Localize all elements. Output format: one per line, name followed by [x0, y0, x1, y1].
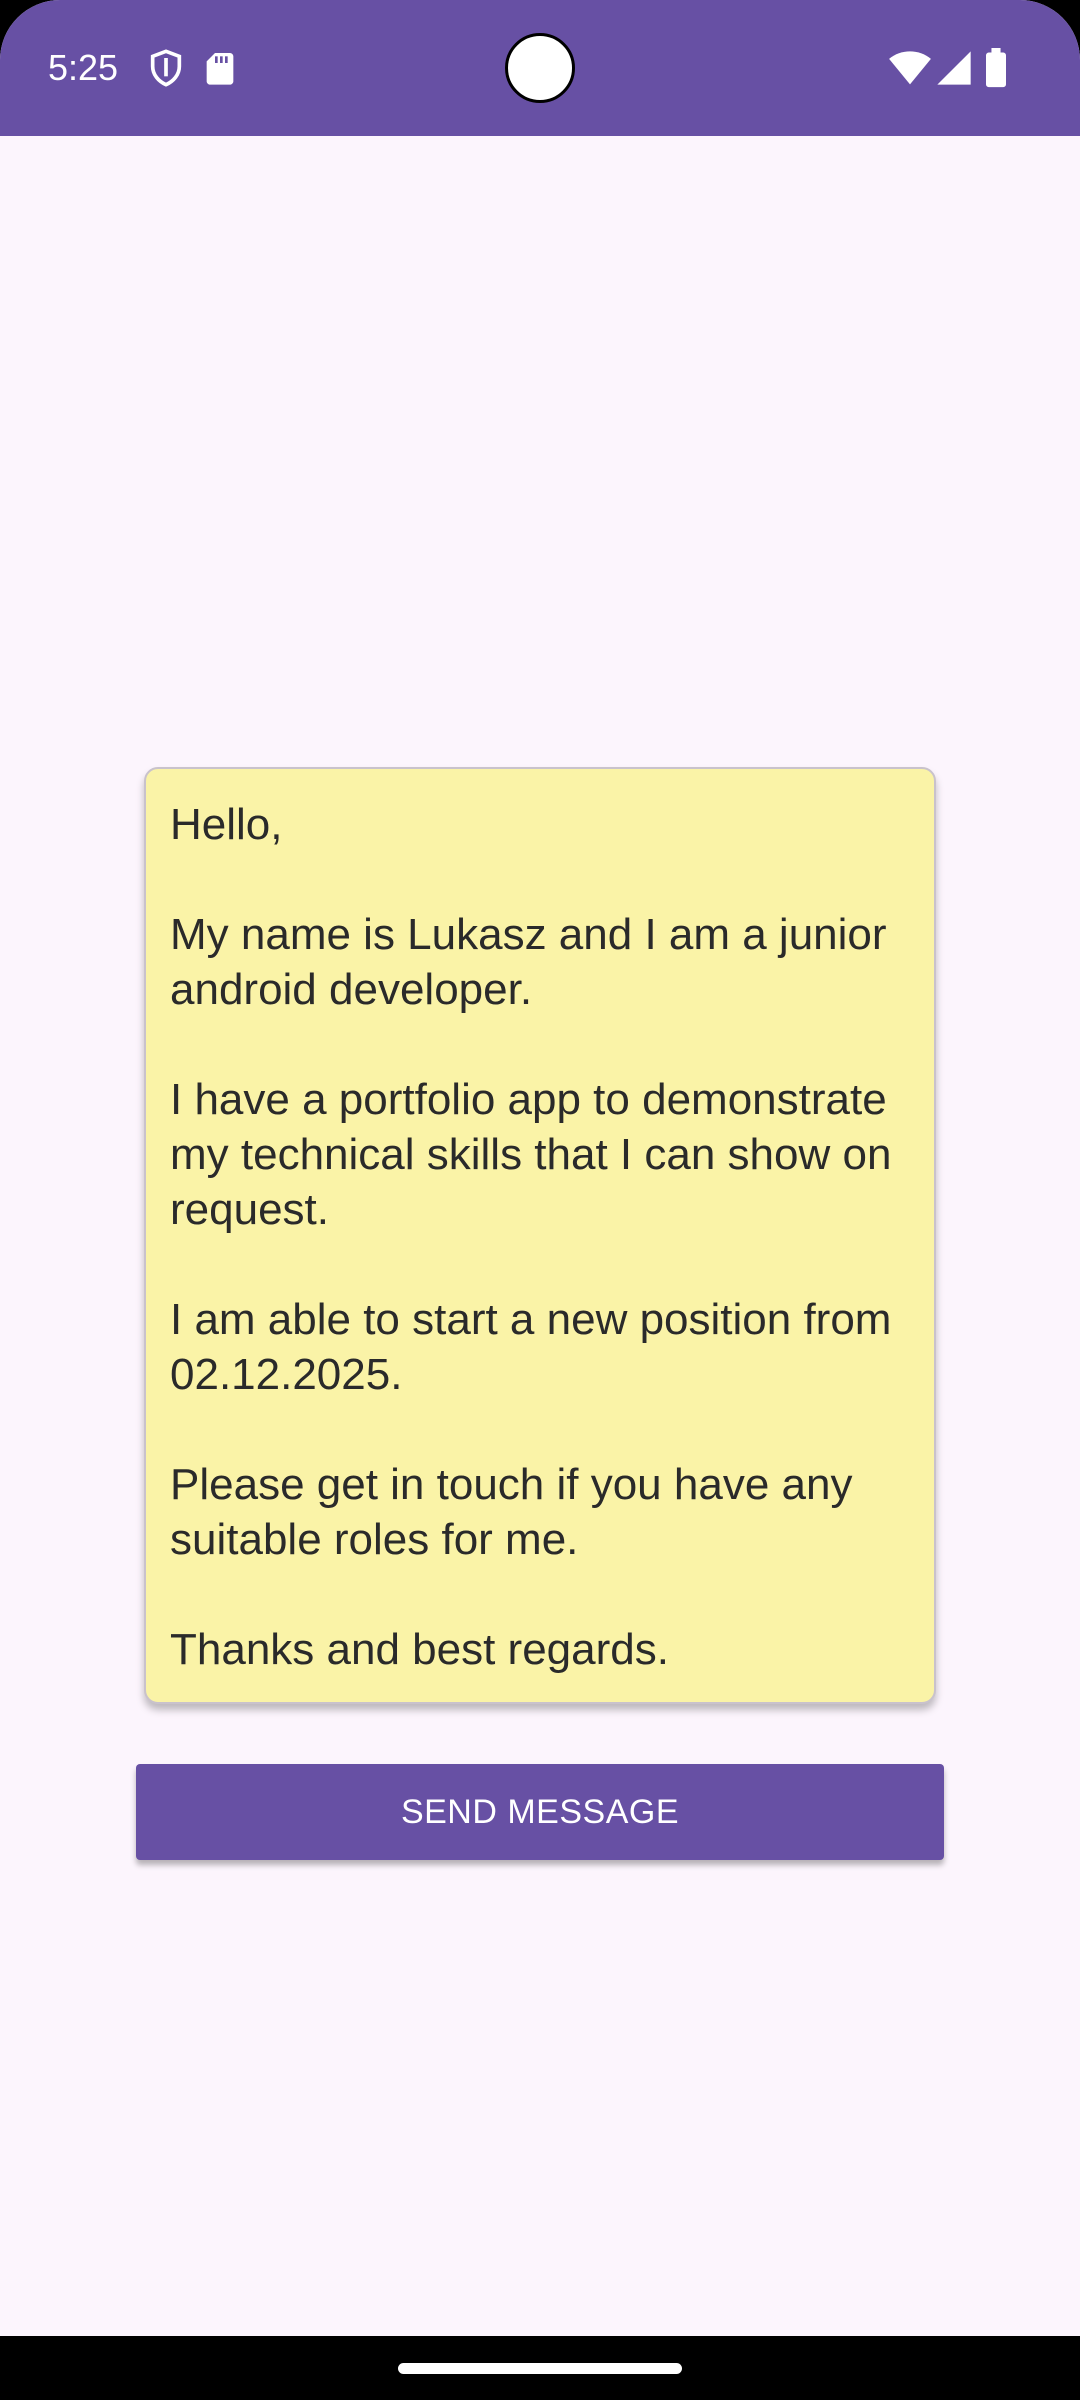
home-gesture-handle[interactable] [398, 2363, 682, 2374]
message-card[interactable]: Hello, My name is Lukasz and I am a juni… [144, 767, 936, 1704]
battery-icon [984, 48, 1008, 88]
app-screen: 5:25 Hello, My name is Lukasz and I am a… [0, 0, 1080, 2400]
status-bar: 5:25 [0, 0, 1080, 136]
shield-icon [146, 48, 186, 88]
send-message-button[interactable]: SEND MESSAGE [136, 1764, 944, 1860]
cellular-signal-icon [934, 48, 974, 88]
wifi-icon [888, 48, 932, 88]
sd-card-icon [200, 48, 240, 88]
status-time: 5:25 [48, 47, 119, 88]
camera-cutout [505, 33, 575, 103]
message-text[interactable]: Hello, My name is Lukasz and I am a juni… [170, 797, 920, 1677]
